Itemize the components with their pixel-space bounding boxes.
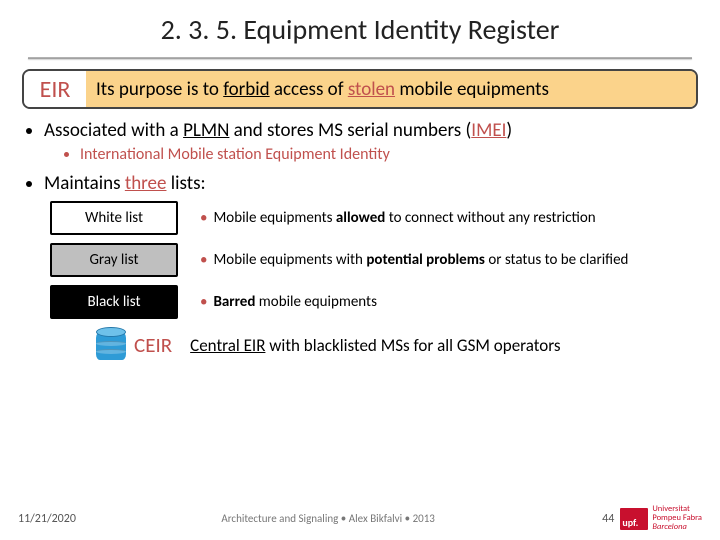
ceir-text: Central EIR with blacklisted MSs for all… xyxy=(190,335,560,356)
ceir-label: CEIR xyxy=(134,332,172,358)
bullet-associated: Associated with a PLMN and stores MS ser… xyxy=(44,119,698,164)
black-list-desc: •Barred mobile equipments xyxy=(178,293,698,312)
footer: 11/21/2020 Architecture and Signaling • … xyxy=(0,505,720,532)
ceir-row: CEIR Central EIR with blacklisted MSs fo… xyxy=(96,327,698,363)
upf-logo: upf. Universitat Pompeu Fabra Barcelona xyxy=(620,505,702,532)
white-list-box: White list xyxy=(50,201,178,235)
three-lists: White list •Mobile equipments allowed to… xyxy=(50,201,698,319)
black-list-box: Black list xyxy=(50,285,178,319)
subbullet-imei: International Mobile station Equipment I… xyxy=(80,145,698,164)
bullet-maintains: Maintains three lists: xyxy=(44,172,698,195)
upf-logo-text: Universitat Pompeu Fabra Barcelona xyxy=(652,505,702,532)
list-row-gray: Gray list •Mobile equipments with potent… xyxy=(50,243,698,277)
gray-list-desc: •Mobile equipments with potential proble… xyxy=(178,251,698,270)
gray-list-box: Gray list xyxy=(50,243,178,277)
upf-mark-icon: upf. xyxy=(620,508,648,530)
white-list-desc: •Mobile equipments allowed to connect wi… xyxy=(178,209,698,228)
eir-badge: EIR xyxy=(24,71,86,107)
footer-date: 11/21/2020 xyxy=(18,512,76,526)
slide-title: 2. 3. 5. Equipment Identity Register xyxy=(40,12,680,47)
footer-center: Architecture and Signaling • Alex Bikfal… xyxy=(76,512,580,525)
database-icon xyxy=(96,327,126,363)
page-number: 44 xyxy=(580,512,620,526)
list-row-black: Black list •Barred mobile equipments xyxy=(50,285,698,319)
purpose-text: Its purpose is to forbid access of stole… xyxy=(86,71,696,107)
purpose-callout: EIR Its purpose is to forbid access of s… xyxy=(22,69,698,109)
title-divider xyxy=(28,57,692,59)
list-row-white: White list •Mobile equipments allowed to… xyxy=(50,201,698,235)
